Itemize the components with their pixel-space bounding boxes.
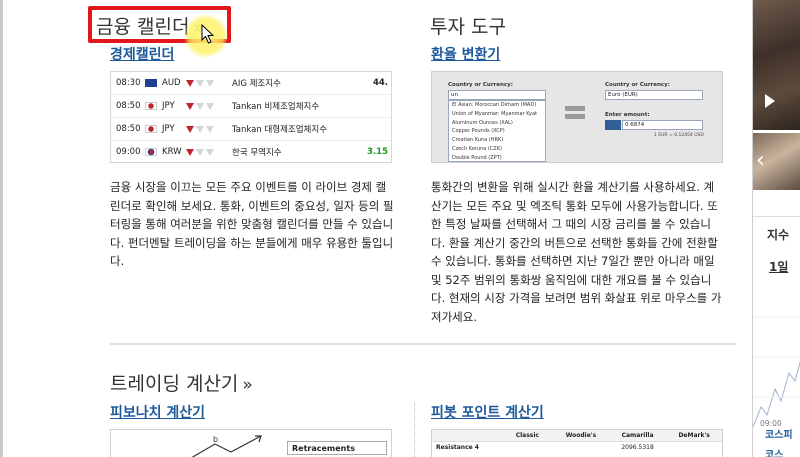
right-sidebar: ‹ 지수 1일 09:00 코스피 코스 [752, 0, 800, 457]
calendar-row: 09:00 KRW 한국 무역지수 3.15 [111, 141, 391, 162]
calendar-currency: KRW [162, 147, 182, 157]
page: 금융 캘린더» 경제캘린더 08:30AUDAIG 제조지수44.08:50JP… [0, 0, 800, 457]
calendar-time: 08:30 [116, 78, 141, 88]
converter-left-label: Country or Currency: [448, 82, 513, 88]
calendar-row: 08:50 JPY Tankan 비제조업체지수 [111, 95, 391, 118]
calendar-event: Tankan 대형제조업체지수 [232, 125, 328, 135]
calendar-event: AIG 제조지수 [232, 79, 281, 89]
calendar-preview-image[interactable]: 08:30 AUD AIG 제조지수 44. 08:50 JPY Tankan 비제조업체지… [110, 71, 392, 163]
section-title-trading-calc[interactable]: 트레이딩 계산기» [110, 369, 253, 396]
currency-list-item: Copper Pounds (XCP) [452, 128, 505, 135]
pivot-cell [553, 442, 609, 452]
pivot-header-cell: DeMark's [678, 432, 710, 439]
economic-calendar-link[interactable]: 경제캘린더 [110, 44, 174, 64]
pivot-cell [666, 442, 722, 452]
importance-triangle-icon [186, 148, 194, 156]
pivot-data-row: Resistance 4 2096.5318 [432, 441, 722, 452]
left-gutter [0, 0, 3, 457]
swap-icon-top [565, 106, 585, 111]
importance-indicator [186, 102, 232, 110]
currency-list-item: El Asian: Moroccan Dirham (MAD) [452, 102, 537, 108]
pivot-header-row: Classic Woodie's Camarilla DeMark's [432, 430, 722, 441]
pivot-cell [502, 442, 554, 452]
column-divider [414, 403, 415, 457]
pivot-header-cell: Classic [515, 432, 539, 439]
fibonacci-chart-icon: b [191, 435, 262, 457]
importance-triangle-icon [206, 125, 214, 133]
calendar-row: 08:50 JPY Tankan 대형제조업체지수 [111, 118, 391, 141]
calendar-currency: JPY [162, 124, 175, 134]
calendar-event: 한국 무역지수 [232, 148, 282, 158]
converter-description: 통화간의 변환을 위해 실시간 환율 계산기를 사용하세요. 계산기는 모든 주… [431, 180, 722, 324]
calendar-time: 08:50 [116, 124, 141, 134]
converter-currency-badge [605, 120, 621, 130]
fibonacci-preview-image[interactable]: b Retracements [110, 429, 392, 457]
pivot-point-calculator-link[interactable]: 피봇 포인트 계산기 [431, 402, 544, 422]
play-icon[interactable] [765, 94, 775, 108]
pivot-cell: Resistance 4 [436, 444, 479, 451]
calendar-value: 44. [372, 78, 388, 88]
calendar-description: 금융 시장을 이끄는 모든 주요 이벤트를 이 라이브 경제 캘린더로 확인해 … [110, 180, 394, 268]
importance-triangle-icon [196, 125, 204, 133]
importance-triangle-icon [186, 79, 194, 87]
kospi-link[interactable]: 코스피 [765, 426, 793, 441]
currency-list-item: Double Pound (ZPT) [452, 154, 502, 161]
swap-icon-bottom [565, 114, 585, 119]
fibonacci-calculator-link[interactable]: 피보나치 계산기 [110, 402, 205, 422]
calendar-currency: JPY [162, 101, 175, 111]
importance-indicator [186, 148, 232, 156]
converter-preview-image[interactable]: Country or Currency: un El Asian: Morocc… [431, 71, 723, 163]
retracements-label: Retracements [287, 441, 387, 455]
calendar-currency: AUD [162, 78, 181, 88]
japan-flag-icon [145, 125, 157, 133]
mouse-cursor-icon [201, 24, 215, 44]
converter-rate-note: 1 EUR = 0.12454 USD [654, 133, 704, 138]
pivot-preview-image[interactable]: Classic Woodie's Camarilla DeMark's Resista… [431, 429, 723, 457]
importance-triangle-icon [196, 102, 204, 110]
currency-list-item: Croatian Kuna (HRK) [452, 137, 504, 144]
importance-indicator [186, 79, 232, 87]
importance-triangle-icon [186, 102, 194, 110]
calendar-row: 08:30 AUD AIG 제조지수 44. [111, 72, 391, 95]
importance-triangle-icon [206, 148, 214, 156]
currency-list-item: Union of Myanmar: Myanmar Kyat [452, 110, 538, 117]
svg-text:b: b [213, 435, 218, 444]
period-1day-tab[interactable]: 1일 [769, 258, 788, 275]
importance-triangle-icon [186, 125, 194, 133]
kosdaq-link[interactable]: 코스 [765, 446, 783, 457]
japan-flag-icon [145, 102, 157, 110]
korea-flag-icon [145, 148, 157, 156]
pivot-header-cell: Camarilla [621, 432, 654, 439]
importance-triangle-icon [196, 79, 204, 87]
section-title-tools: 투자 도구 [430, 16, 506, 38]
converter-left-input: un [448, 90, 546, 100]
calendar-event: Tankan 비제조업체지수 [232, 102, 320, 112]
index-label: 지수 [767, 228, 790, 242]
currency-converter-link[interactable]: 환율 변환기 [431, 44, 500, 64]
converter-right-input: Euro (EUR) [605, 90, 703, 100]
pivot-cell: 2096.5318 [621, 444, 654, 451]
converter-amount-input: 0.6874 [622, 120, 703, 130]
converter-right-label: Country or Currency: [605, 82, 670, 88]
currency-list-item: Aluminum Ounces (XAL) [452, 119, 513, 126]
video-thumbnail[interactable] [753, 0, 800, 130]
importance-indicator [186, 125, 232, 133]
double-chevron-right-icon[interactable]: » [242, 375, 252, 395]
converter-currency-list: El Asian: Moroccan Dirham (MAD) Union of … [448, 100, 546, 162]
calendar-time: 08:50 [116, 101, 141, 111]
importance-triangle-icon [206, 102, 214, 110]
importance-triangle-icon [206, 79, 214, 87]
calendar-time: 09:00 [116, 147, 141, 157]
section-title-trading-calc-text[interactable]: 트레이딩 계산기 [110, 373, 238, 395]
calendar-value: 3.15 [367, 147, 388, 157]
converter-amount-label: Enter amount: [605, 112, 650, 118]
section-divider [110, 343, 736, 345]
australia-flag-icon [145, 79, 157, 87]
chevron-left-icon[interactable]: ‹ [756, 148, 765, 173]
pivot-header-cell: Woodie's [565, 432, 597, 439]
pivot-header-cell [432, 430, 502, 441]
currency-list-item: Czech Koruna (CZK) [452, 145, 502, 152]
importance-triangle-icon [196, 148, 204, 156]
